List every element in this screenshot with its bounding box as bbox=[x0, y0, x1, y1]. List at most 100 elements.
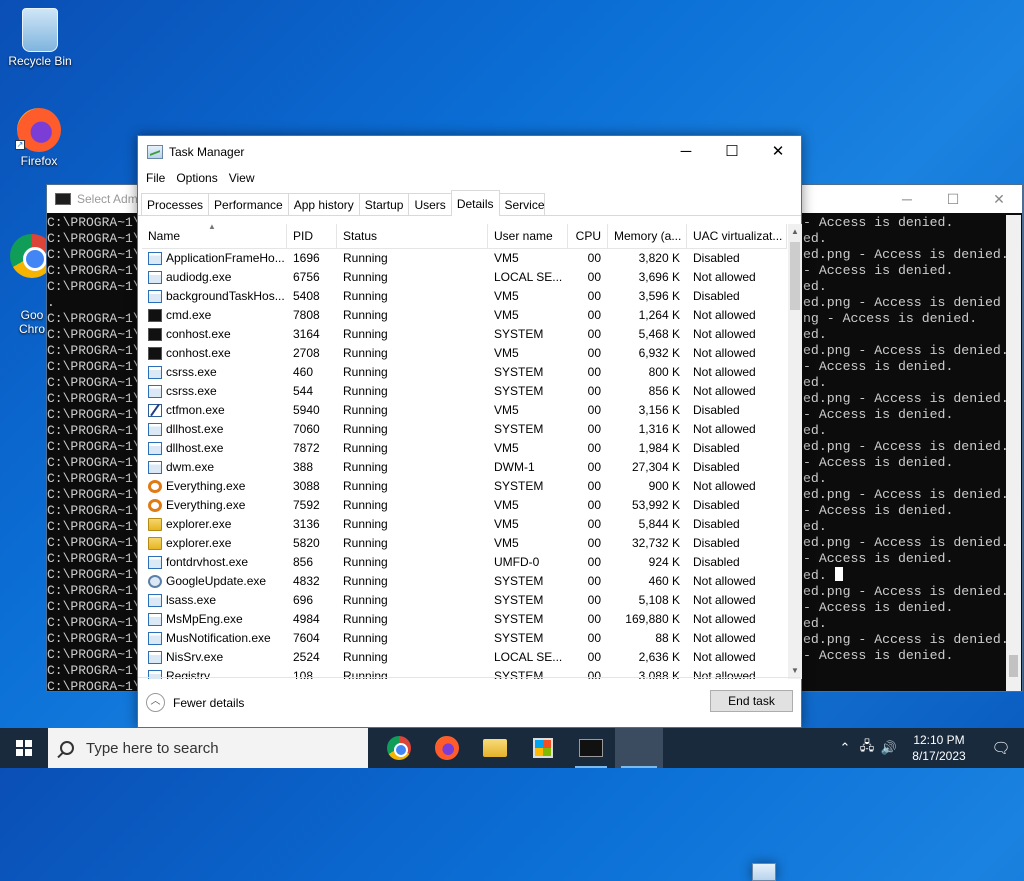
console-line: ed. bbox=[803, 327, 827, 342]
close-button[interactable]: ✕ bbox=[755, 136, 801, 166]
tab-services[interactable]: Services bbox=[498, 193, 545, 215]
cell-cpu: 00 bbox=[587, 593, 601, 607]
table-row[interactable]: backgroundTaskHos... 5408 Running VM5 00 3,59… bbox=[142, 287, 787, 306]
volume-icon[interactable]: 🔊 bbox=[878, 740, 900, 756]
cell-status: Running bbox=[343, 308, 388, 322]
table-row[interactable]: explorer.exe 5820 Running VM5 00 32,732 K Disa… bbox=[142, 534, 787, 553]
cell-user: DWM-1 bbox=[494, 460, 535, 474]
column-header-user-name[interactable]: User name bbox=[488, 224, 568, 249]
taskbar-command-prompt[interactable] bbox=[567, 728, 615, 768]
cell-uac: Not allowed bbox=[693, 631, 756, 645]
table-row[interactable]: explorer.exe 3136 Running VM5 00 5,844 K Disab… bbox=[142, 515, 787, 534]
cell-uac: Not allowed bbox=[693, 327, 756, 341]
table-row[interactable]: GoogleUpdate.exe 4832 Running SYSTEM 00 460 K… bbox=[142, 572, 787, 591]
console-scroll-thumb[interactable] bbox=[1009, 655, 1018, 677]
console-line: C:\PROGRA~1\ bbox=[47, 535, 141, 550]
process-search-icon bbox=[148, 499, 162, 512]
console-line: - Access is denied. bbox=[803, 600, 954, 615]
console-maximize-button[interactable]: ☐ bbox=[930, 185, 976, 213]
tab-users[interactable]: Users bbox=[408, 193, 452, 215]
process-app-icon bbox=[148, 385, 162, 398]
table-row[interactable]: audiodg.exe 6756 Running LOCAL SE... 00 3,696… bbox=[142, 268, 787, 287]
cell-pid: 2524 bbox=[293, 650, 320, 664]
console-line: ed.png - Access is denied. bbox=[803, 247, 1008, 262]
taskbar-store[interactable] bbox=[519, 728, 567, 768]
table-scroll-thumb[interactable] bbox=[790, 242, 800, 310]
cell-status: Running bbox=[343, 327, 388, 341]
table-row[interactable]: fontdrvhost.exe 856 Running UMFD-0 00 924 K Di… bbox=[142, 553, 787, 572]
tab-performance[interactable]: Performance bbox=[208, 193, 289, 215]
table-row[interactable]: MusNotification.exe 7604 Running SYSTEM 00 88… bbox=[142, 629, 787, 648]
column-header-pid[interactable]: PID bbox=[287, 224, 337, 249]
console-line: C:\PROGRA~1\ bbox=[47, 375, 141, 390]
table-row[interactable]: csrss.exe 460 Running SYSTEM 00 800 K Not allo… bbox=[142, 363, 787, 382]
tab-details[interactable]: Details bbox=[450, 190, 500, 216]
table-row[interactable]: lsass.exe 696 Running SYSTEM 00 5,108 K Not al… bbox=[142, 591, 787, 610]
process-folder-icon bbox=[148, 537, 162, 550]
console-close-button[interactable]: ✕ bbox=[976, 185, 1022, 213]
console-line: - Access is denied. bbox=[803, 455, 954, 470]
process-app-icon bbox=[148, 442, 162, 455]
folder-icon bbox=[483, 739, 507, 757]
console-line: ed.png - Access is denied. bbox=[803, 343, 1008, 358]
process-app-icon bbox=[148, 252, 162, 265]
cell-mem: 900 K bbox=[648, 479, 680, 493]
table-row[interactable]: conhost.exe 2708 Running VM5 00 6,932 K Not al… bbox=[142, 344, 787, 363]
process-app-icon bbox=[148, 613, 162, 626]
table-row[interactable]: conhost.exe 3164 Running SYSTEM 00 5,468 K Not… bbox=[142, 325, 787, 344]
table-row[interactable]: dllhost.exe 7872 Running VM5 00 1,984 K Disabl… bbox=[142, 439, 787, 458]
column-header-memory[interactable]: Memory (a... bbox=[608, 224, 687, 249]
table-row[interactable]: ctfmon.exe 5940 Running VM5 00 3,156 K Disable… bbox=[142, 401, 787, 420]
minimize-button[interactable]: ─ bbox=[663, 136, 709, 166]
table-row[interactable]: Everything.exe 7592 Running VM5 00 53,992 K Di… bbox=[142, 496, 787, 515]
table-row[interactable]: Everything.exe 3088 Running SYSTEM 00 900 K No… bbox=[142, 477, 787, 496]
console-scrollbar[interactable] bbox=[1006, 215, 1021, 691]
cell-status: Running bbox=[343, 517, 388, 531]
taskbar-chrome[interactable] bbox=[375, 728, 423, 768]
taskbar-firefox[interactable] bbox=[423, 728, 471, 768]
menu-view[interactable]: View bbox=[224, 171, 261, 185]
cell-name: MsMpEng.exe bbox=[142, 610, 287, 629]
start-button[interactable] bbox=[0, 728, 48, 768]
console-line: C:\PROGRA~1\ bbox=[47, 631, 141, 646]
tab-processes[interactable]: Processes bbox=[141, 193, 210, 215]
recycle-bin-desktop-icon[interactable]: Recycle Bin bbox=[2, 8, 78, 68]
console-minimize-button[interactable]: ─ bbox=[884, 185, 930, 213]
column-header-cpu[interactable]: CPU bbox=[568, 224, 608, 249]
notification-icon[interactable]: 🗨 bbox=[978, 739, 1024, 757]
column-header-status[interactable]: Status bbox=[337, 224, 488, 249]
table-row[interactable]: ApplicationFrameHo... 1696 Running VM5 00 3,8… bbox=[142, 249, 787, 268]
taskbar-file-explorer[interactable] bbox=[471, 728, 519, 768]
table-row[interactable]: dwm.exe 388 Running DWM-1 00 27,304 K Disabled bbox=[142, 458, 787, 477]
tab-startup[interactable]: Startup bbox=[358, 193, 410, 215]
firefox-desktop-icon[interactable]: ↗ Firefox bbox=[1, 108, 77, 168]
taskbar-task-manager[interactable] bbox=[615, 728, 776, 881]
search-placeholder: Type here to search bbox=[86, 739, 219, 757]
clock[interactable]: 12:10 PM 8/17/2023 bbox=[900, 732, 978, 764]
table-row[interactable]: cmd.exe 7808 Running VM5 00 1,264 K Not allowe… bbox=[142, 306, 787, 325]
scroll-up-icon[interactable]: ▲ bbox=[788, 224, 802, 240]
network-icon[interactable]: 🖧 bbox=[856, 737, 878, 759]
cell-name: conhost.exe bbox=[142, 344, 287, 363]
task-manager-window[interactable]: Task Manager ─ ☐ ✕ File Options View Pro… bbox=[137, 135, 802, 728]
table-scrollbar[interactable]: ▲ ▼ bbox=[788, 224, 802, 679]
fewer-details-toggle[interactable]: ︿ Fewer details bbox=[146, 693, 244, 712]
taskbar-search-box[interactable]: Type here to search bbox=[48, 728, 368, 768]
table-row[interactable]: NisSrv.exe 2524 Running LOCAL SE... 00 2,636 … bbox=[142, 648, 787, 667]
cell-cpu: 00 bbox=[587, 631, 601, 645]
process-search-icon bbox=[148, 480, 162, 493]
console-line: C:\PROGRA~1\ bbox=[47, 487, 141, 502]
taskbar: Type here to search ⌃ 🖧 🔊 12:10 PM 8/17/… bbox=[0, 728, 1024, 881]
cell-uac: Not allowed bbox=[693, 479, 756, 493]
end-task-button[interactable]: End task bbox=[710, 690, 793, 712]
column-header-uac[interactable]: UAC virtualizat... bbox=[687, 224, 787, 249]
menu-options[interactable]: Options bbox=[171, 171, 223, 185]
process-app-icon bbox=[148, 594, 162, 607]
chevron-up-icon[interactable]: ⌃ bbox=[834, 740, 856, 756]
table-row[interactable]: dllhost.exe 7060 Running SYSTEM 00 1,316 K Not… bbox=[142, 420, 787, 439]
table-row[interactable]: MsMpEng.exe 4984 Running SYSTEM 00 169,880 K N… bbox=[142, 610, 787, 629]
tab-app-history[interactable]: App history bbox=[287, 193, 360, 215]
table-row[interactable]: csrss.exe 544 Running SYSTEM 00 856 K Not allo… bbox=[142, 382, 787, 401]
menu-file[interactable]: File bbox=[141, 171, 171, 185]
maximize-button[interactable]: ☐ bbox=[709, 136, 755, 166]
